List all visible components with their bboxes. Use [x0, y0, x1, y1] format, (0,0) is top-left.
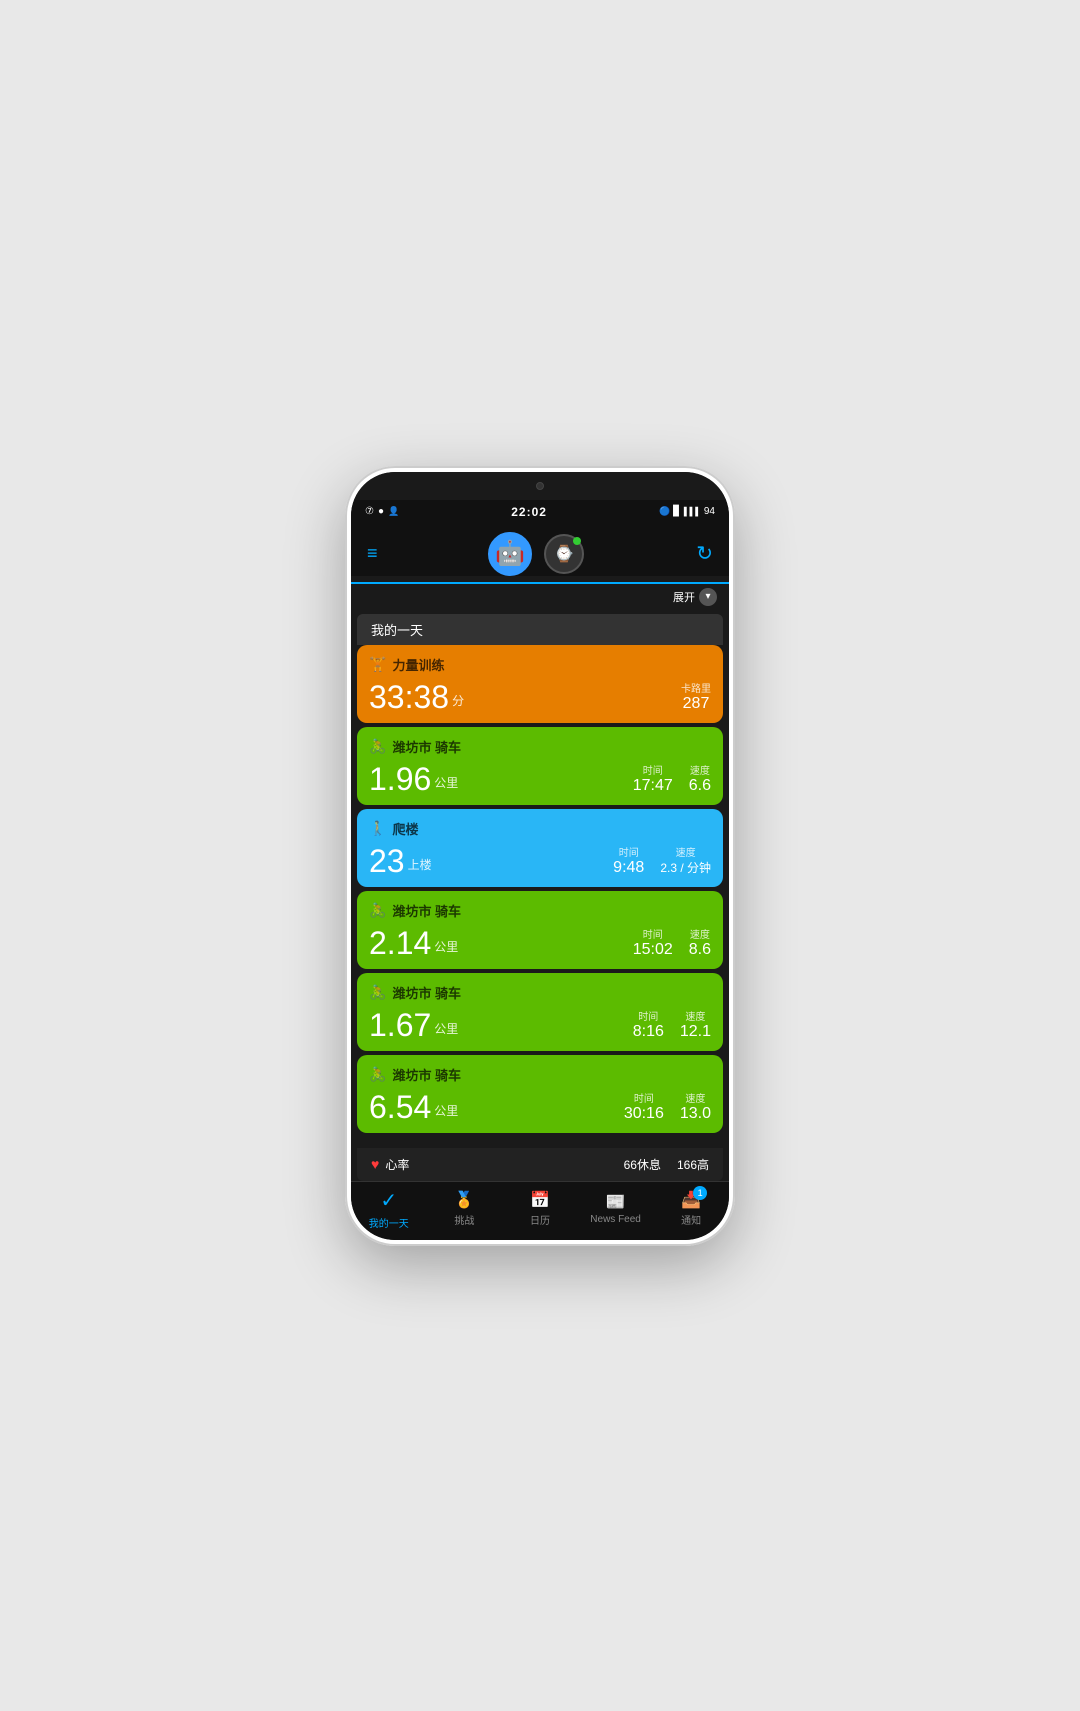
nav-newsfeed[interactable]: 📰 News Feed: [578, 1192, 654, 1225]
expand-button[interactable]: ▾: [699, 588, 717, 606]
cycling2-icon: 🚴: [369, 902, 386, 919]
stairs-time: 时间 9:48: [613, 844, 644, 877]
newsfeed-label: News Feed: [590, 1214, 641, 1225]
expand-text: 展开: [673, 589, 695, 605]
header-center: 🤖 ⌚: [488, 532, 584, 576]
cycling4-icon: 🚴: [369, 1066, 386, 1083]
contact-icon: 👤: [388, 506, 399, 517]
watch-device[interactable]: ⌚: [544, 534, 584, 574]
bottom-navigation: ✓ 我的一天 🏅 挑战 📅 日历 📰 News Feed 📥 1 通: [351, 1181, 729, 1240]
cycling1-value: 1.96: [369, 763, 431, 795]
cycling3-value: 1.67: [369, 1009, 431, 1041]
heart-label: 心率: [385, 1156, 409, 1173]
stairs-unit: 上楼: [408, 856, 432, 873]
section-title: 我的一天: [357, 614, 723, 645]
activities-list[interactable]: 🏋 力量训练 33:38 分 卡路里 287 🚴: [351, 645, 729, 1148]
calendar-label: 日历: [530, 1212, 550, 1227]
camera-bar: [351, 472, 729, 500]
cycling4-title: 潍坊市 骑车: [392, 1065, 461, 1084]
strength-title: 力量训练: [392, 655, 444, 674]
cycling2-speed: 速度 8.6: [689, 926, 711, 959]
heart-rate-bar[interactable]: ♥ 心率 66休息 166高: [357, 1148, 723, 1181]
cycling4-speed: 速度 13.0: [680, 1090, 711, 1123]
stairs-title: 爬楼: [392, 819, 418, 838]
cycling4-time: 时间 30:16: [624, 1090, 664, 1123]
heart-rate-stats: 66休息 166高: [624, 1156, 709, 1173]
chevron-down-icon: ▾: [705, 591, 710, 602]
notification-icon: ⑦: [365, 506, 374, 517]
cycling1-speed: 速度 6.6: [689, 762, 711, 795]
cycling1-icon: 🚴: [369, 738, 386, 755]
cycling2-unit: 公里: [434, 938, 458, 955]
today-icon: ✓: [380, 1188, 397, 1213]
strength-icon: 🏋: [369, 656, 386, 673]
camera-dot: [536, 482, 544, 490]
phone-frame: ⑦ ● 👤 22:02 🔵 ▊ ▌▌▌ 94 ≡ 🤖 ⌚: [345, 466, 735, 1246]
stairs-value: 23: [369, 845, 405, 877]
app-header: ≡ 🤖 ⌚ ↻: [351, 524, 729, 576]
cycling3-icon: 🚴: [369, 984, 386, 1001]
message-icon: ●: [378, 506, 384, 517]
cycling3-time: 时间 8:16: [633, 1008, 664, 1041]
strength-calories: 卡路里 287: [681, 680, 711, 713]
status-bar: ⑦ ● 👤 22:02 🔵 ▊ ▌▌▌ 94: [351, 500, 729, 524]
notifications-label: 通知: [681, 1212, 701, 1227]
nav-calendar[interactable]: 📅 日历: [502, 1190, 578, 1227]
expand-bar[interactable]: 展开 ▾: [351, 584, 729, 610]
watch-connected-dot: [573, 537, 581, 545]
signal-icon: ▌▌▌: [684, 507, 701, 516]
cycling4-unit: 公里: [434, 1102, 458, 1119]
cycling4-value: 6.54: [369, 1091, 431, 1123]
heart-icon: ♥: [371, 1156, 379, 1172]
heart-resting: 66休息: [624, 1156, 661, 1173]
cycling3-title: 潍坊市 骑车: [392, 983, 461, 1002]
activity-card-cycling4[interactable]: 🚴 潍坊市 骑车 6.54 公里 时间 30:16 速度 13.0: [357, 1055, 723, 1133]
nav-today[interactable]: ✓ 我的一天: [351, 1188, 427, 1230]
cycling3-speed: 速度 12.1: [680, 1008, 711, 1041]
challenge-label: 挑战: [454, 1212, 474, 1227]
menu-button[interactable]: ≡: [367, 543, 377, 564]
wifi-icon: ▊: [673, 506, 681, 517]
cycling2-title: 潍坊市 骑车: [392, 901, 461, 920]
strength-value: 33:38: [369, 681, 449, 713]
cycling1-title: 潍坊市 骑车: [392, 737, 461, 756]
phone-screen: ⑦ ● 👤 22:02 🔵 ▊ ▌▌▌ 94 ≡ 🤖 ⌚: [351, 472, 729, 1240]
today-label: 我的一天: [369, 1215, 409, 1230]
newsfeed-icon: 📰: [606, 1192, 626, 1212]
nav-challenge[interactable]: 🏅 挑战: [427, 1190, 503, 1227]
bluetooth-icon: 🔵: [659, 506, 670, 517]
activity-card-cycling3[interactable]: 🚴 潍坊市 骑车 1.67 公里 时间 8:16 速度 12.1: [357, 973, 723, 1051]
activity-card-cycling2[interactable]: 🚴 潍坊市 骑车 2.14 公里 时间 15:02 速度 8.6: [357, 891, 723, 969]
cycling3-unit: 公里: [434, 1020, 458, 1037]
cycling1-unit: 公里: [434, 774, 458, 791]
stairs-icon: 🚶: [369, 820, 386, 837]
cycling1-time: 时间 17:47: [633, 762, 673, 795]
status-time: 22:02: [511, 505, 547, 519]
battery-level: 94: [704, 506, 715, 517]
activity-card-strength[interactable]: 🏋 力量训练 33:38 分 卡路里 287: [357, 645, 723, 723]
strength-unit: 分: [452, 692, 464, 709]
activity-card-stairs[interactable]: 🚶 爬楼 23 上楼 时间 9:48 速度 2.3 / 分钟: [357, 809, 723, 887]
user-avatar[interactable]: 🤖: [488, 532, 532, 576]
calendar-icon: 📅: [530, 1190, 550, 1210]
notification-badge: 1: [693, 1186, 707, 1200]
stairs-speed: 速度 2.3 / 分钟: [660, 844, 711, 877]
heart-high: 166高: [677, 1156, 709, 1173]
activity-card-cycling1[interactable]: 🚴 潍坊市 骑车 1.96 公里 时间 17:47 速度 6.6: [357, 727, 723, 805]
refresh-button[interactable]: ↻: [696, 541, 713, 566]
cycling2-time: 时间 15:02: [633, 926, 673, 959]
status-left: ⑦ ● 👤: [365, 506, 399, 517]
challenge-icon: 🏅: [454, 1190, 474, 1210]
status-right: 🔵 ▊ ▌▌▌ 94: [659, 506, 715, 517]
cycling2-value: 2.14: [369, 927, 431, 959]
notification-badge-wrap: 📥 1: [681, 1190, 701, 1210]
nav-notifications[interactable]: 📥 1 通知: [653, 1190, 729, 1227]
